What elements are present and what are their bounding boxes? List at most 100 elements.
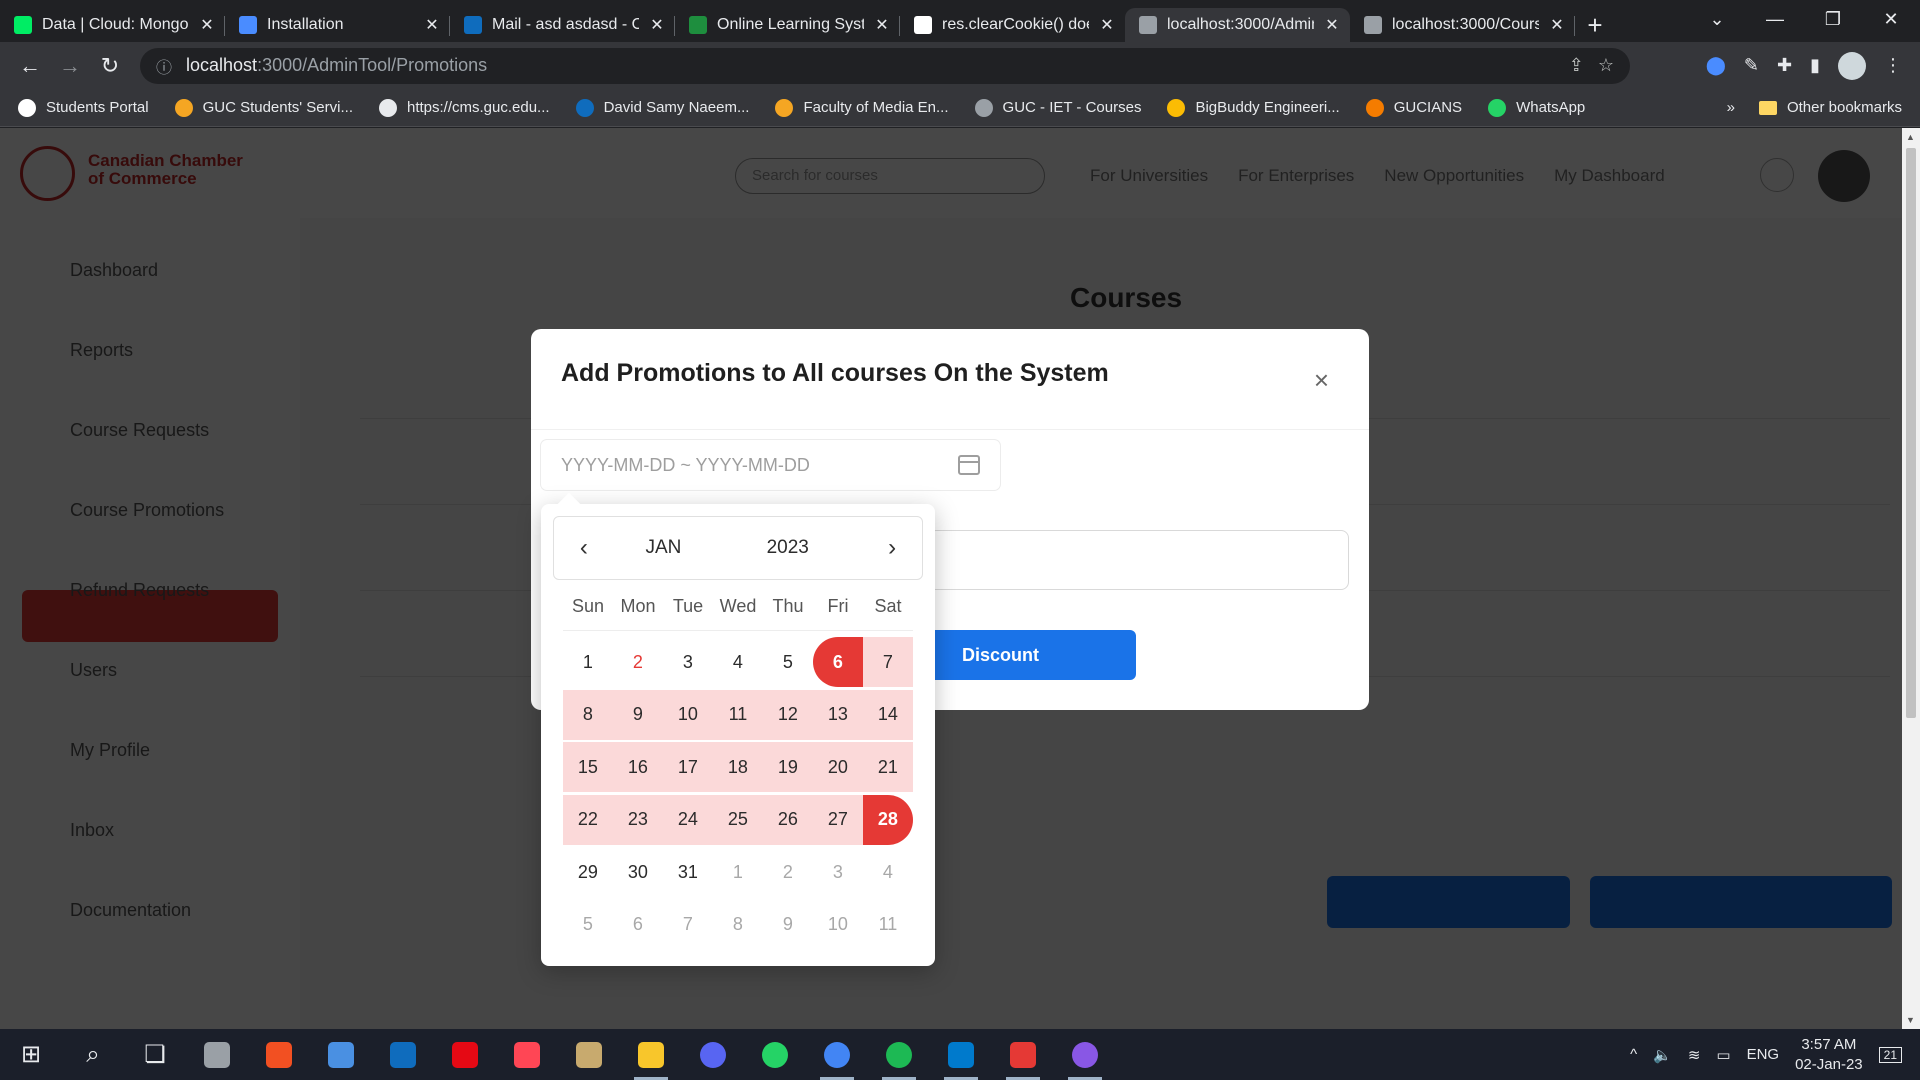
calendar-day[interactable]: 29: [563, 847, 613, 897]
calendar-day[interactable]: 11: [863, 900, 913, 950]
tab-5[interactable]: res.clearCookie() does ✕: [900, 8, 1125, 42]
other-bookmarks[interactable]: Other bookmarks: [1758, 99, 1902, 116]
language-indicator[interactable]: ENG: [1747, 1046, 1780, 1063]
year-label[interactable]: 2023: [713, 537, 862, 559]
sidebar-item[interactable]: Inbox: [70, 820, 114, 841]
bookmark-item[interactable]: Faculty of Media En...: [775, 98, 949, 117]
calendar-day[interactable]: 18: [713, 742, 763, 793]
site-nav-link[interactable]: My Dashboard: [1554, 166, 1665, 186]
sidebar-item[interactable]: Dashboard: [70, 260, 158, 281]
restore-icon[interactable]: ❐: [1804, 0, 1862, 40]
close-window-icon[interactable]: ✕: [1862, 0, 1920, 40]
netflix-icon[interactable]: [434, 1029, 496, 1080]
close-tab-icon[interactable]: ✕: [1324, 15, 1340, 35]
site-nav-link[interactable]: New Opportunities: [1384, 166, 1524, 186]
calendar-day[interactable]: 5: [763, 637, 813, 687]
calendar-day[interactable]: 4: [713, 637, 763, 687]
mail-icon[interactable]: [310, 1029, 372, 1080]
calendar-day[interactable]: 1: [713, 847, 763, 897]
valorant-icon[interactable]: [496, 1029, 558, 1080]
prev-month-icon[interactable]: ‹: [554, 534, 614, 562]
close-icon[interactable]: ×: [1314, 365, 1329, 396]
month-label[interactable]: JAN: [614, 537, 713, 559]
calendar-day[interactable]: 20: [813, 742, 863, 793]
calendar-day[interactable]: 8: [563, 689, 613, 740]
calendar-day[interactable]: 6: [613, 900, 663, 950]
calendar-day[interactable]: 30: [613, 847, 663, 897]
tray-overflow-icon[interactable]: ^: [1630, 1046, 1637, 1063]
calendar-day[interactable]: 14: [863, 689, 913, 740]
scroll-up-icon[interactable]: ▲: [1906, 132, 1915, 142]
discount-input[interactable]: [928, 530, 1349, 590]
bookmark-item[interactable]: https://cms.guc.edu...: [378, 98, 550, 117]
user-avatar[interactable]: [1818, 150, 1870, 202]
calendar-day[interactable]: 9: [613, 689, 663, 740]
sidebar-item[interactable]: Users: [70, 660, 117, 681]
calendar-day[interactable]: 2: [763, 847, 813, 897]
bookmark-item[interactable]: Students Portal: [18, 98, 149, 117]
calendar-day[interactable]: 2: [613, 637, 663, 687]
scroll-down-icon[interactable]: ▼: [1906, 1015, 1915, 1025]
calendar-day[interactable]: 25: [713, 794, 763, 845]
github-desktop-icon[interactable]: [1054, 1029, 1116, 1080]
sidebar-item[interactable]: My Profile: [70, 740, 150, 761]
calendar-day[interactable]: 3: [663, 637, 713, 687]
league-icon[interactable]: [558, 1029, 620, 1080]
sidebar-item[interactable]: Course Requests: [70, 420, 209, 441]
bookmark-item[interactable]: WhatsApp: [1488, 98, 1585, 117]
bookmark-item[interactable]: GUC Students' Servi...: [174, 98, 353, 117]
date-range-input[interactable]: YYYY-MM-DD ~ YYYY-MM-DD: [541, 440, 1000, 490]
windows-start-icon[interactable]: ⊞: [0, 1029, 62, 1080]
new-tab-button[interactable]: +: [1575, 8, 1615, 42]
close-tab-icon[interactable]: ✕: [1099, 15, 1115, 35]
wifi-icon[interactable]: ≋: [1688, 1046, 1701, 1064]
close-tab-icon[interactable]: ✕: [199, 15, 215, 35]
calendar-day[interactable]: 1: [563, 637, 613, 687]
discord-icon[interactable]: [682, 1029, 744, 1080]
outlook-icon[interactable]: [372, 1029, 434, 1080]
address-bar[interactable]: ⓘ localhost:3000/AdminTool/Promotions ⇪ …: [140, 47, 1630, 84]
bookmark-item[interactable]: David Samy Naeem...: [575, 98, 749, 117]
calendar-day[interactable]: 7: [863, 637, 913, 688]
notification-bell-icon[interactable]: [1760, 158, 1794, 192]
close-tab-icon[interactable]: ✕: [649, 15, 665, 35]
back-icon[interactable]: ←: [10, 53, 50, 79]
calendar-day[interactable]: 12: [763, 689, 813, 740]
tab-3[interactable]: Mail - asd asdasd - O ✕: [450, 8, 675, 42]
file-explorer-icon[interactable]: [620, 1029, 682, 1080]
calendar-day[interactable]: 17: [663, 742, 713, 793]
display-icon[interactable]: ▭: [1716, 1046, 1730, 1064]
calendar-day[interactable]: 15: [563, 742, 613, 793]
sidebar-item[interactable]: Documentation: [70, 900, 191, 921]
forward-icon[interactable]: →: [50, 53, 90, 79]
add-promotion-button[interactable]: [1327, 876, 1570, 928]
calendar-day[interactable]: 26: [763, 794, 813, 845]
extension-blue-icon[interactable]: ⬤: [1706, 55, 1726, 76]
bookmark-item[interactable]: GUCIANS: [1365, 98, 1462, 117]
page-scrollbar[interactable]: ▲ ▼: [1902, 128, 1920, 1029]
calendar-day[interactable]: 27: [813, 794, 863, 845]
chrome-menu-icon[interactable]: ⋮: [1884, 55, 1902, 76]
pen-extension-icon[interactable]: ✎: [1744, 55, 1759, 76]
minimize-icon[interactable]: —: [1746, 0, 1804, 40]
bookmark-item[interactable]: GUC - IET - Courses: [974, 98, 1141, 117]
site-search-input[interactable]: Search for courses: [735, 158, 1045, 194]
tab-2[interactable]: Installation ✕: [225, 8, 450, 42]
next-month-icon[interactable]: ›: [862, 534, 922, 562]
spotify-icon[interactable]: [868, 1029, 930, 1080]
close-tab-icon[interactable]: ✕: [424, 15, 440, 35]
calendar-day[interactable]: 9: [763, 900, 813, 950]
calendar-day[interactable]: 7: [663, 900, 713, 950]
tab-1[interactable]: Data | Cloud: MongoD ✕: [0, 8, 225, 42]
task-view-icon[interactable]: ❏: [124, 1029, 186, 1080]
reload-icon[interactable]: ↻: [90, 53, 130, 79]
close-tab-icon[interactable]: ✕: [1549, 15, 1565, 35]
site-nav-link[interactable]: For Universities: [1090, 166, 1208, 186]
range-end-day[interactable]: 28: [863, 794, 913, 845]
search-icon[interactable]: ⌕: [62, 1029, 124, 1080]
discount-button[interactable]: Discount: [902, 630, 1136, 680]
close-tab-icon[interactable]: ✕: [874, 15, 890, 35]
volume-icon[interactable]: 🔈: [1653, 1046, 1672, 1064]
calendar-day[interactable]: 19: [763, 742, 813, 793]
calendar-day[interactable]: 8: [713, 900, 763, 950]
